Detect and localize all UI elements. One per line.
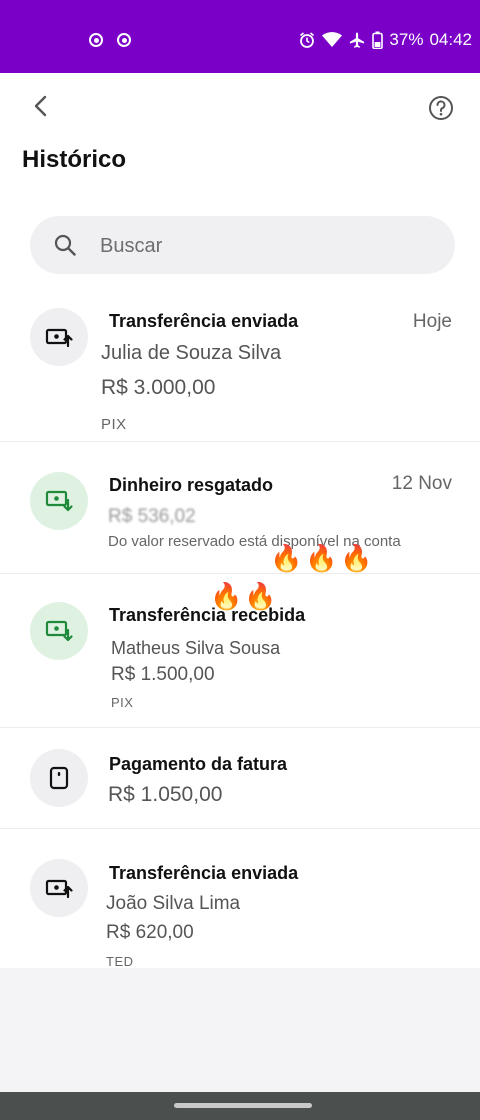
transaction-title: Transferência enviada <box>109 311 299 331</box>
battery-icon <box>372 31 384 49</box>
transaction-counterparty: João Silva Lima <box>106 893 241 914</box>
back-arrow-icon[interactable] <box>28 93 54 119</box>
history-page: Histórico Transferência enviada Hoje Jul… <box>0 73 480 971</box>
battery-percent: 37% <box>389 30 424 49</box>
transaction-counterparty: Julia de Souza Silva <box>101 342 282 364</box>
transaction-counterparty: Matheus Silva Sousa <box>111 638 281 658</box>
fire-emoji-sticker: 🔥 <box>210 581 243 611</box>
transaction-title: Pagamento da fatura <box>109 754 288 774</box>
transaction-list: Transferência enviada Hoje Julia de Souz… <box>0 303 480 971</box>
search-input[interactable] <box>98 216 422 276</box>
card-payment-icon <box>30 749 88 807</box>
system-tray: 37% 04:42 <box>298 30 472 50</box>
wifi-icon <box>322 32 343 47</box>
help-icon[interactable] <box>428 95 454 121</box>
transaction-title: Dinheiro resgatado <box>109 475 274 495</box>
transaction-date: Hoje <box>412 311 452 332</box>
record-notification-icon <box>89 33 103 47</box>
transaction-amount: R$ 1.050,00 <box>108 783 223 806</box>
transaction-amount: R$ 1.500,00 <box>111 664 215 685</box>
fire-emoji-sticker: 🔥 <box>270 543 303 573</box>
fire-emoji-sticker: 🔥 <box>244 581 277 611</box>
transaction-item[interactable]: Dinheiro resgatado 12 Nov R$ 536,02 Do v… <box>0 442 480 574</box>
transaction-date: 12 Nov <box>391 473 452 494</box>
transaction-item[interactable]: Transferência enviada Hoje Julia de Souz… <box>0 303 480 442</box>
home-gesture-handle[interactable] <box>174 1103 312 1108</box>
fire-emoji-sticker: 🔥 <box>340 543 373 573</box>
money-redeemed-icon <box>30 472 88 530</box>
transaction-amount: R$ 3.000,00 <box>101 376 216 399</box>
transaction-item[interactable]: Pagamento da fatura R$ 1.050,00 <box>0 728 480 829</box>
system-navigation-bar <box>0 1092 480 1120</box>
search-icon <box>54 234 76 256</box>
search-bar[interactable] <box>30 216 455 276</box>
record-notification-icon <box>117 33 131 47</box>
fire-emoji-sticker: 🔥 <box>305 543 338 573</box>
transfer-received-icon <box>30 602 88 660</box>
transaction-method: PIX <box>101 416 127 433</box>
transaction-amount: R$ 536,02 <box>108 506 196 527</box>
alarm-icon <box>300 32 315 48</box>
transfer-sent-icon <box>30 308 88 366</box>
transfer-sent-icon <box>30 859 88 917</box>
airplane-mode-icon <box>350 32 365 48</box>
page-title: Histórico <box>22 146 127 173</box>
status-bar: 37% 04:42 <box>0 0 480 73</box>
transaction-title: Transferência enviada <box>109 863 299 883</box>
transaction-amount: R$ 620,00 <box>106 922 194 943</box>
transaction-item[interactable]: Transferência enviada João Silva Lima R$… <box>0 829 480 971</box>
transaction-method: PIX <box>111 695 134 710</box>
notification-icons <box>89 33 131 47</box>
clock: 04:42 <box>429 30 472 49</box>
transaction-method: TED <box>106 954 134 969</box>
